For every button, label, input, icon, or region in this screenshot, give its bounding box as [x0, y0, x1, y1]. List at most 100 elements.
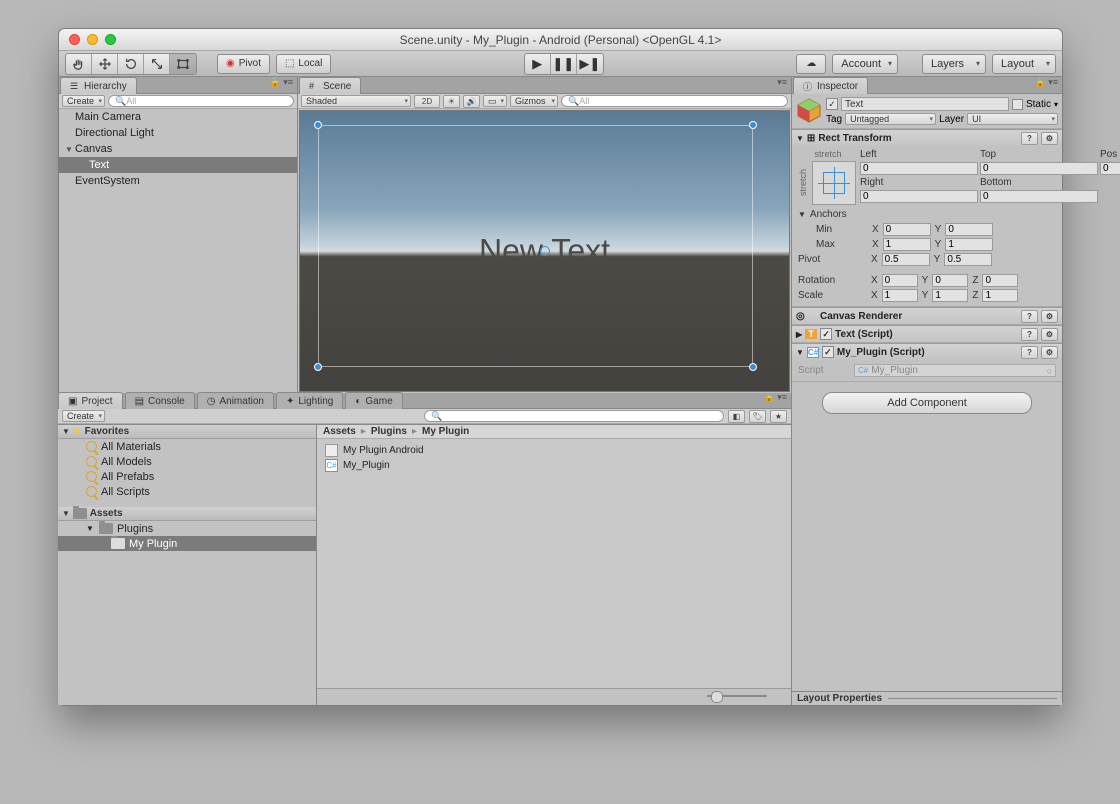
layout-properties-header[interactable]: Layout Properties: [792, 691, 1062, 705]
scene-2d-toggle[interactable]: 2D: [414, 95, 440, 108]
anchor-min-x[interactable]: [883, 223, 931, 236]
component-settings-icon[interactable]: ⚙: [1041, 310, 1058, 323]
project-file[interactable]: My Plugin Android: [325, 443, 783, 458]
scene-audio-toggle[interactable]: 🔊: [463, 95, 480, 108]
project-folder-selected[interactable]: My Plugin: [58, 536, 316, 551]
gameobject-active-checkbox[interactable]: ✓: [826, 98, 838, 110]
rect-left-input[interactable]: [860, 162, 978, 175]
component-settings-icon[interactable]: ⚙: [1041, 132, 1058, 145]
project-create-dropdown[interactable]: Create: [62, 410, 105, 422]
anchor-max-x[interactable]: [883, 238, 931, 251]
rot-x[interactable]: [882, 274, 918, 287]
favorite-item[interactable]: All Prefabs: [58, 469, 316, 484]
layout-dropdown[interactable]: Layout: [992, 54, 1056, 74]
scene-fx-dropdown[interactable]: ▭: [483, 95, 507, 107]
project-search[interactable]: 🔍: [424, 410, 724, 422]
layer-dropdown[interactable]: UI: [967, 113, 1058, 125]
hierarchy-item-canvas[interactable]: ▼Canvas: [59, 141, 297, 157]
play-button[interactable]: ▶: [525, 54, 551, 74]
scale-tool[interactable]: [144, 54, 170, 74]
console-tab[interactable]: ▤ Console: [125, 392, 195, 409]
project-breadcrumb[interactable]: Assets▸ Plugins▸ My Plugin: [317, 425, 791, 439]
project-tab-menu[interactable]: 🔒 ▾≡: [760, 392, 791, 408]
project-save-search[interactable]: ★: [770, 410, 787, 423]
move-tool[interactable]: [92, 54, 118, 74]
rect-pivot-handle[interactable]: [540, 246, 550, 256]
scale-y[interactable]: [932, 289, 968, 302]
pivot-y[interactable]: [944, 253, 992, 266]
static-dropdown[interactable]: ▾: [1054, 100, 1058, 109]
hierarchy-tab-menu[interactable]: 🔒 ▾≡: [266, 77, 297, 93]
anchor-max-y[interactable]: [945, 238, 993, 251]
hierarchy-create-dropdown[interactable]: Create: [62, 95, 105, 107]
project-tab[interactable]: ▣ Project: [58, 392, 123, 409]
rot-y[interactable]: [932, 274, 968, 287]
hierarchy-search[interactable]: 🔍All: [108, 95, 294, 107]
inspector-tab-menu[interactable]: 🔒 ▾≡: [1031, 77, 1062, 93]
step-button[interactable]: ▶❚: [577, 54, 603, 74]
account-dropdown[interactable]: Account: [832, 54, 898, 74]
component-help-icon[interactable]: ?: [1021, 132, 1038, 145]
rect-posz-input[interactable]: [1100, 162, 1120, 175]
rect-right-input[interactable]: [860, 190, 978, 203]
project-filter-label[interactable]: 🏷: [749, 410, 766, 423]
favorite-item[interactable]: All Materials: [58, 439, 316, 454]
rect-handle-tr[interactable]: [749, 121, 757, 129]
pivot-toggle[interactable]: ◉Pivot: [217, 54, 270, 74]
animation-tab[interactable]: ◷ Animation: [197, 392, 274, 409]
rect-bottom-input[interactable]: [980, 190, 1098, 203]
scale-x[interactable]: [882, 289, 918, 302]
pivot-x[interactable]: [882, 253, 930, 266]
layers-dropdown[interactable]: Layers: [922, 54, 986, 74]
text-enabled-checkbox[interactable]: ✓: [820, 328, 832, 340]
assets-header[interactable]: ▼ Assets: [58, 507, 316, 521]
component-settings-icon[interactable]: ⚙: [1041, 328, 1058, 341]
tag-dropdown[interactable]: Untagged: [845, 113, 936, 125]
cloud-button[interactable]: ☁: [796, 54, 826, 74]
local-toggle[interactable]: ⬚Local: [276, 54, 331, 74]
component-help-icon[interactable]: ?: [1021, 310, 1038, 323]
favorite-item[interactable]: All Scripts: [58, 484, 316, 499]
anchor-preset-button[interactable]: [812, 161, 856, 205]
project-zoom-slider[interactable]: [707, 691, 767, 701]
rect-handle-br[interactable]: [749, 363, 757, 371]
component-help-icon[interactable]: ?: [1021, 346, 1038, 359]
scale-z[interactable]: [982, 289, 1018, 302]
rotate-tool[interactable]: [118, 54, 144, 74]
lighting-tab[interactable]: ✦ Lighting: [276, 392, 343, 409]
project-filter-type[interactable]: ◧: [728, 410, 745, 423]
project-folder[interactable]: ▼Plugins: [58, 521, 316, 536]
scene-render-mode[interactable]: Shaded: [301, 95, 411, 107]
inspector-tab[interactable]: ⓘInspector: [793, 77, 868, 94]
scene-view[interactable]: New Text: [299, 110, 790, 392]
game-tab[interactable]: ◐ Game: [345, 392, 402, 409]
rect-handle-bl[interactable]: [314, 363, 322, 371]
rot-z[interactable]: [982, 274, 1018, 287]
hierarchy-item[interactable]: Main Camera: [59, 109, 297, 125]
rect-top-input[interactable]: [980, 162, 1098, 175]
hierarchy-item[interactable]: Directional Light: [59, 125, 297, 141]
pause-button[interactable]: ❚❚: [551, 54, 577, 74]
script-object-field[interactable]: C#My_Plugin○: [854, 364, 1056, 377]
gameobject-icon[interactable]: [796, 97, 822, 123]
scene-tab-menu[interactable]: ▾≡: [773, 77, 791, 93]
project-file[interactable]: C#My_Plugin: [325, 458, 783, 473]
favorites-header[interactable]: ▼★ Favorites: [58, 425, 316, 439]
scene-search[interactable]: 🔍All: [561, 95, 788, 107]
hand-tool[interactable]: [66, 54, 92, 74]
gizmos-dropdown[interactable]: Gizmos: [510, 95, 558, 107]
anchor-min-y[interactable]: [945, 223, 993, 236]
hierarchy-item-text[interactable]: Text: [59, 157, 297, 173]
static-checkbox[interactable]: [1012, 99, 1023, 110]
rect-tool[interactable]: [170, 54, 196, 74]
component-settings-icon[interactable]: ⚙: [1041, 346, 1058, 359]
component-help-icon[interactable]: ?: [1021, 328, 1038, 341]
rect-handle-tl[interactable]: [314, 121, 322, 129]
myplugin-enabled-checkbox[interactable]: ✓: [822, 346, 834, 358]
gameobject-name-input[interactable]: [841, 97, 1009, 111]
hierarchy-item[interactable]: EventSystem: [59, 173, 297, 189]
add-component-button[interactable]: Add Component: [822, 392, 1032, 414]
favorite-item[interactable]: All Models: [58, 454, 316, 469]
hierarchy-tab[interactable]: ☰Hierarchy: [60, 77, 137, 94]
scene-lighting-toggle[interactable]: ☀: [443, 95, 460, 108]
